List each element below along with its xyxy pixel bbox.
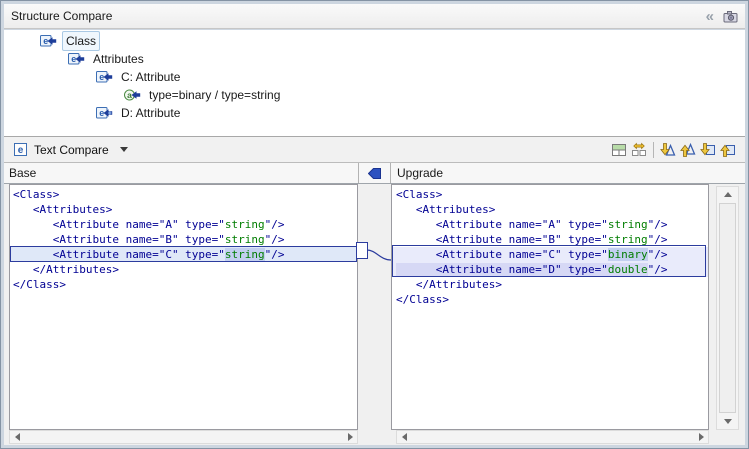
attr-left-change-icon: a <box>124 88 141 102</box>
tree-item-class[interactable]: e Class <box>4 32 745 50</box>
pane-headers: Base Upgrade <box>4 163 745 184</box>
swap-panes-icon[interactable] <box>630 141 648 159</box>
upgrade-horizontal-scrollbar[interactable] <box>396 430 709 444</box>
code-line: <Attribute name="B" type="string"/> <box>10 232 357 247</box>
tree-item-type-binary-type-string[interactable]: a type=binary / type=string <box>4 86 745 104</box>
code-line: </Class> <box>392 292 708 307</box>
structure-compare-title: Structure Compare <box>11 9 112 23</box>
orientation-icon[interactable] <box>610 141 628 159</box>
previous-difference-icon[interactable] <box>679 141 697 159</box>
tree-item-d-attribute[interactable]: e D: Attribute <box>4 104 745 122</box>
tree-item-c-attribute[interactable]: e C: Attribute <box>4 68 745 86</box>
structure-tree: e Class e Attributes e C: Attribute a type=bina… <box>4 30 745 136</box>
diff-direction-cell <box>359 163 391 183</box>
svg-text:e: e <box>71 54 76 64</box>
emf-left-change-icon: e <box>96 70 113 84</box>
code-line: <Attribute name="A" type="string"/> <box>392 217 708 232</box>
compare-editor-window: Structure Compare « e Class e Attributes e C:… <box>0 0 749 449</box>
code-line: <Class> <box>392 187 708 202</box>
svg-text:e: e <box>18 145 24 156</box>
vertical-scrollbar-thumb[interactable] <box>719 203 736 413</box>
scroll-right-arrow[interactable] <box>694 431 708 443</box>
code-line: <Attributes> <box>10 202 357 217</box>
upgrade-pane-title: Upgrade <box>391 163 745 183</box>
code-line: </Attributes> <box>10 262 357 277</box>
code-line: </Class> <box>10 277 357 292</box>
code-line: <Attribute name="C" type="binary"/> <box>392 247 708 262</box>
base-horizontal-scrollbar[interactable] <box>9 430 358 444</box>
text-compare-toolbar: e Text Compare <box>4 136 745 163</box>
code-line: <Attribute name="B" type="string"/> <box>392 232 708 247</box>
base-editor[interactable]: <Class> <Attributes> <Attribute name="A"… <box>9 184 358 430</box>
toolbar-separator <box>653 142 654 158</box>
next-change-icon[interactable] <box>699 141 717 159</box>
svg-text:e: e <box>43 36 48 46</box>
chevron-down-icon[interactable] <box>120 147 128 152</box>
scroll-down-arrow[interactable] <box>717 414 738 429</box>
svg-text:e: e <box>99 72 104 82</box>
scroll-up-arrow[interactable] <box>717 187 738 202</box>
structure-compare-header: Structure Compare « <box>4 4 745 29</box>
svg-text:a: a <box>127 90 132 100</box>
vertical-scrollbar[interactable] <box>716 186 739 430</box>
code-line: <Attribute name="C" type="string"/> <box>10 247 357 262</box>
code-line: <Attribute name="A" type="string"/> <box>10 217 357 232</box>
scroll-left-arrow[interactable] <box>10 431 24 443</box>
previous-change-icon[interactable] <box>719 141 737 159</box>
upgrade-editor[interactable]: <Class> <Attributes> <Attribute name="A"… <box>391 184 709 430</box>
e-model-icon: e <box>13 142 28 157</box>
tree-item-label: type=binary / type=string <box>146 86 283 104</box>
tree-item-label: Attributes <box>90 50 147 68</box>
code-line: <Class> <box>10 187 357 202</box>
code-line: <Attribute name="D" type="double"/> <box>392 262 708 277</box>
scroll-left-arrow[interactable] <box>397 431 411 443</box>
camera-icon[interactable] <box>723 9 739 25</box>
diff-connector-stub <box>356 242 368 259</box>
code-line: <Attributes> <box>392 202 708 217</box>
svg-text:e: e <box>99 108 104 118</box>
next-difference-icon[interactable] <box>659 141 677 159</box>
code-line: </Attributes> <box>392 277 708 292</box>
incoming-change-arrow-icon <box>368 168 381 179</box>
emf-left-change-icon: e <box>68 52 85 66</box>
scroll-right-arrow[interactable] <box>343 431 357 443</box>
tree-item-label: C: Attribute <box>118 68 183 86</box>
emf-left-add-icon: e <box>96 106 113 120</box>
text-compare-title: Text Compare <box>34 143 109 157</box>
tree-item-label: D: Attribute <box>118 104 183 122</box>
base-pane-title: Base <box>4 163 359 183</box>
collapse-chevrons-icon[interactable]: « <box>706 9 716 24</box>
tree-item-attributes[interactable]: e Attributes <box>4 50 745 68</box>
emf-left-change-icon: e <box>40 34 57 48</box>
tree-item-label: Class <box>62 31 100 51</box>
